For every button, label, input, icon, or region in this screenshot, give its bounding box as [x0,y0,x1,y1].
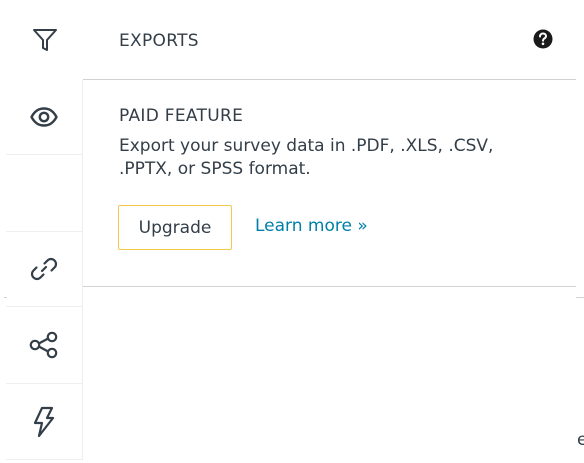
header-divider [83,79,576,80]
sidebar-item-link[interactable] [6,232,83,307]
sidebar-item-bolt[interactable] [6,384,83,460]
panel-divider [83,286,576,287]
lightning-bolt-icon [32,406,56,438]
sidebar-item-view[interactable] [6,80,83,155]
filter-icon [32,28,58,52]
upgrade-button[interactable]: Upgrade [118,205,232,250]
link-icon [30,255,58,283]
eye-icon [30,107,58,127]
edge-divider [576,297,584,298]
sidebar [6,0,83,463]
page-title: EXPORTS [119,31,199,51]
share-icon [29,331,59,359]
question-circle-icon[interactable] [533,29,553,49]
feature-description: Export your survey data in .PDF, .XLS, .… [119,136,494,179]
learn-more-link[interactable]: Learn more » [255,216,368,236]
feature-title: PAID FEATURE [119,106,244,126]
sidebar-item-filter[interactable] [6,0,83,80]
sidebar-item-share[interactable] [6,307,83,384]
divider-tick [4,297,7,298]
sidebar-item-blank [6,155,83,232]
clipped-text: e [577,430,584,450]
